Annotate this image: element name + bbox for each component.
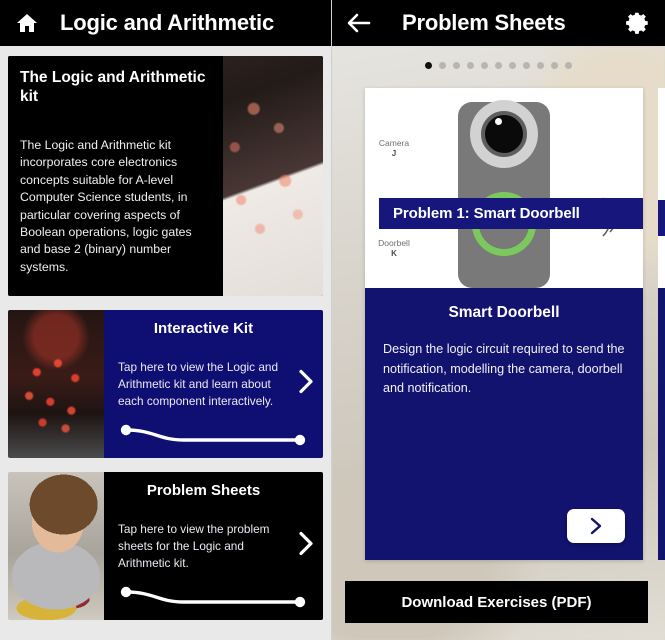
smart-doorbell-illustration: Camera J Doorbell K xyxy=(365,88,643,288)
interactive-kit-body: Interactive Kit Tap here to view the Log… xyxy=(104,310,323,458)
camera-lens xyxy=(481,111,527,157)
interactive-kit-title: Interactive Kit xyxy=(153,320,254,337)
right-app-screen: Problem Sheets Camera J Doorbell K Probl… xyxy=(332,0,665,640)
download-exercises-label: Download Exercises (PDF) xyxy=(401,593,592,611)
circuit-board-thumb-image xyxy=(8,310,104,458)
carousel-dot[interactable] xyxy=(551,62,558,69)
problem-sheets-body: Problem Sheets Tap here to view the prob… xyxy=(104,472,323,620)
feature-card-problem-sheets[interactable]: Problem Sheets Tap here to view the prob… xyxy=(8,472,323,620)
kit-hero-card: The Logic and Arithmetic kit The Logic a… xyxy=(8,56,323,296)
carousel-dot[interactable] xyxy=(439,62,446,69)
camera-lens-glint xyxy=(495,118,502,125)
problem-detail-panel: Smart Doorbell Design the logic circuit … xyxy=(365,288,643,560)
carousel-dot[interactable] xyxy=(467,62,474,69)
carousel-dot[interactable] xyxy=(509,62,516,69)
left-app-screen: Logic and Arithmetic The Logic and Arith… xyxy=(0,0,332,640)
label-doorbell: Doorbell K xyxy=(369,238,419,259)
interactive-kit-chevron-right-icon[interactable] xyxy=(297,369,315,400)
carousel-dot[interactable] xyxy=(565,62,572,69)
decorative-swoosh-line xyxy=(120,424,306,446)
carousel-dot[interactable] xyxy=(481,62,488,69)
kit-hero-title: The Logic and Arithmetic kit xyxy=(20,69,206,106)
problem-title: Smart Doorbell xyxy=(448,304,560,321)
decorative-swoosh-line xyxy=(120,586,306,608)
left-top-bar: Logic and Arithmetic xyxy=(0,0,331,46)
right-page-title: Problem Sheets xyxy=(402,10,566,35)
label-camera: Camera J xyxy=(371,138,417,159)
carousel-dot[interactable] xyxy=(453,62,460,69)
gear-icon[interactable] xyxy=(623,8,653,38)
carousel-next-slide-peek[interactable] xyxy=(658,88,665,560)
carousel-dot[interactable] xyxy=(523,62,530,69)
chevron-right-icon xyxy=(590,517,602,535)
interactive-kit-text: Tap here to view the Logic and Arithmeti… xyxy=(118,360,279,408)
problem-slide-card: Camera J Doorbell K Problem 1: Smart Doo… xyxy=(365,88,643,560)
problem-banner: Problem 1: Smart Doorbell xyxy=(379,198,643,229)
kit-hero-body: The Logic and Arithmetic kit incorporate… xyxy=(20,137,192,274)
student-with-kit-thumb-image xyxy=(8,472,104,620)
dual-screenshot-container: Logic and Arithmetic The Logic and Arith… xyxy=(0,0,665,640)
problem-sheets-title: Problem Sheets xyxy=(146,482,261,499)
feature-card-interactive-kit[interactable]: Interactive Kit Tap here to view the Log… xyxy=(8,310,323,458)
carousel-pagination-dots[interactable] xyxy=(332,62,665,69)
carousel-dot[interactable] xyxy=(537,62,544,69)
home-icon[interactable] xyxy=(12,8,42,38)
arrow-left-icon[interactable] xyxy=(344,8,374,38)
label-doorbell-variable: K xyxy=(391,248,397,258)
problem-sheets-chevron-right-icon[interactable] xyxy=(297,531,315,562)
problem-sheets-thumbnail xyxy=(8,472,104,620)
right-top-bar: Problem Sheets xyxy=(332,0,665,46)
carousel-dot[interactable] xyxy=(495,62,502,69)
download-exercises-button[interactable]: Download Exercises (PDF) xyxy=(345,581,648,623)
left-content-area: The Logic and Arithmetic kit The Logic a… xyxy=(0,46,331,640)
kit-hero-overlay: The Logic and Arithmetic kit The Logic a… xyxy=(8,56,223,296)
label-camera-name: Camera xyxy=(378,138,410,148)
left-page-title: Logic and Arithmetic xyxy=(60,10,274,35)
problem-banner-text: Problem 1: Smart Doorbell xyxy=(393,205,580,222)
label-camera-variable: J xyxy=(391,148,397,158)
interactive-kit-thumbnail xyxy=(8,310,104,458)
peek-banner xyxy=(658,200,665,236)
label-doorbell-name: Doorbell xyxy=(378,238,410,248)
carousel-dot-active[interactable] xyxy=(425,62,432,69)
problem-description: Design the logic circuit required to sen… xyxy=(383,342,625,396)
next-problem-button[interactable] xyxy=(567,509,625,543)
problem-sheets-text: Tap here to view the problem sheets for … xyxy=(118,522,270,570)
peek-body xyxy=(658,288,665,560)
